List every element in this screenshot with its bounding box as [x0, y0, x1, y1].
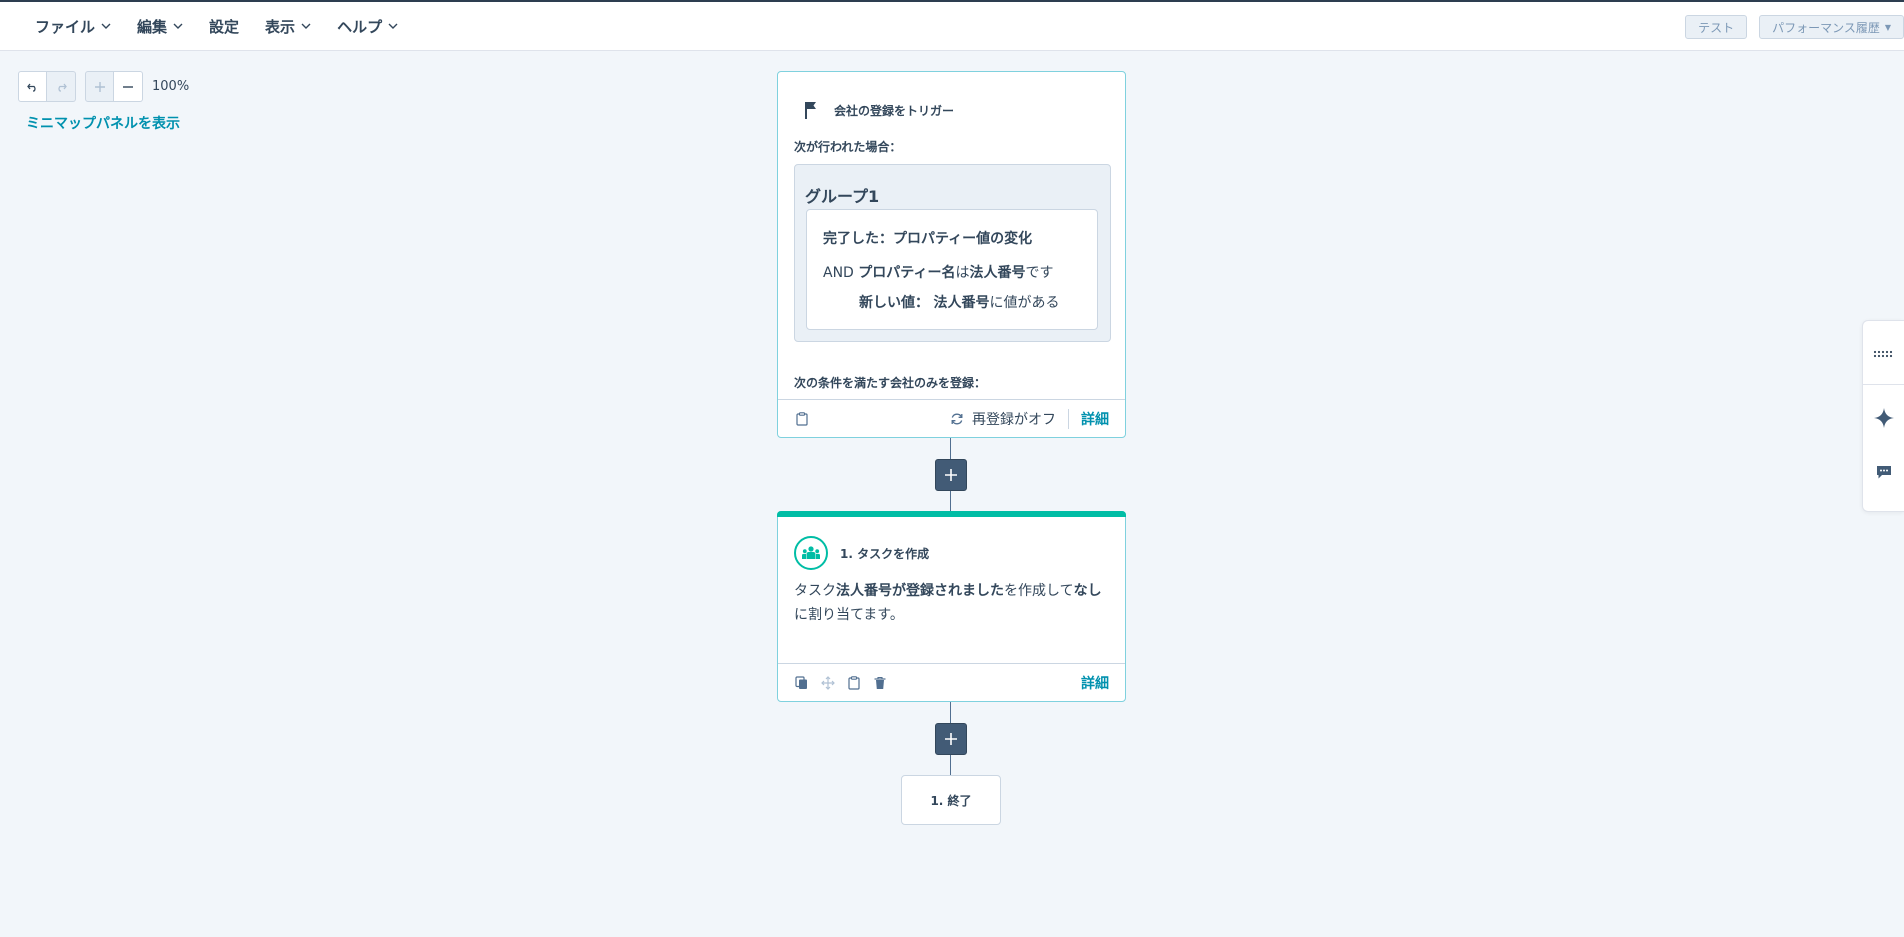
trigger-card-header: 会社の登録をトリガー — [778, 72, 1125, 148]
action-card-footer: 詳細 — [778, 663, 1125, 701]
chevron-down-icon — [301, 23, 311, 29]
trigger-group[interactable]: グループ1 完了した：プロパティー値の変化 AND プロパティー名は法人番号です… — [794, 164, 1111, 342]
condition-property-value: 法人番号 — [969, 265, 1026, 281]
condition-completed-prefix: 完了した： — [823, 231, 893, 247]
chat-icon — [1877, 465, 1891, 478]
right-side-panel — [1862, 320, 1904, 512]
action-body-prefix: タスク — [794, 583, 836, 599]
test-button-label: テスト — [1698, 20, 1735, 35]
trigger-detail-link[interactable]: 詳細 — [1081, 409, 1109, 429]
trash-icon[interactable] — [872, 675, 887, 690]
move-icon[interactable] — [820, 675, 835, 690]
menu-bar: ファイル 編集 設定 表示 ヘルプ テスト パフォーマンス履歴 ▼ — [0, 2, 1904, 51]
condition-and-label: AND — [823, 265, 854, 281]
action-assignee: なし — [1073, 583, 1102, 599]
plus-icon — [945, 469, 957, 481]
footer-divider — [1068, 408, 1069, 429]
task-icon — [794, 536, 828, 570]
trigger-enroll-label: 次の条件を満たす会社のみを登録： — [794, 376, 987, 390]
condition-line-and: AND プロパティー名は法人番号です — [823, 262, 1053, 282]
trigger-title: 会社の登録をトリガー — [834, 103, 955, 118]
menu-help-label: ヘルプ — [337, 17, 383, 36]
add-action-button[interactable] — [935, 723, 967, 755]
undo-redo-group — [18, 71, 76, 102]
condition-line-new-value: 新しい値： 法人番号に値がある — [859, 292, 1059, 312]
action-task-name: 法人番号が登録されました — [836, 583, 1004, 599]
end-node[interactable]: 1. 終了 — [901, 775, 1001, 825]
minus-icon — [123, 85, 133, 88]
condition-new-value-property: 法人番号 — [933, 295, 990, 311]
condition-new-value-suffix: に値がある — [989, 295, 1060, 311]
add-action-button[interactable] — [935, 459, 967, 491]
undo-button[interactable] — [18, 71, 47, 102]
action-body-middle: を作成して — [1004, 583, 1074, 599]
chevron-down-icon — [101, 23, 111, 29]
menu-view-label: 表示 — [265, 17, 296, 36]
trigger-card-footer: 再登録がオフ 詳細 — [778, 399, 1125, 437]
action-card-header: 1. タスクを作成 — [778, 512, 1125, 586]
grid-dots-icon — [1873, 350, 1893, 358]
clipboard-icon[interactable] — [846, 675, 861, 690]
menu-view[interactable]: 表示 — [252, 11, 324, 41]
side-panel-divider — [1863, 384, 1904, 385]
group-title: グループ1 — [805, 187, 880, 206]
zoom-level: 100% — [152, 79, 190, 94]
condition-completed-value: プロパティー値の変化 — [893, 231, 1033, 247]
chevron-down-icon — [388, 23, 398, 29]
chevron-down-icon — [173, 23, 183, 29]
menu-edit[interactable]: 編集 — [124, 11, 196, 41]
menu-settings[interactable]: 設定 — [196, 11, 252, 41]
trigger-condition[interactable]: 完了した：プロパティー値の変化 AND プロパティー名は法人番号です 新しい値：… — [806, 209, 1098, 330]
sparkle-icon — [1874, 408, 1894, 428]
redo-icon — [58, 83, 67, 92]
trigger-card[interactable]: 会社の登録をトリガー 次が行われた場合： グループ1 完了した：プロパティー値の… — [777, 71, 1126, 438]
condition-desu: です — [1025, 265, 1054, 281]
action-description: タスク法人番号が登録されましたを作成してなしに割り当てます。 — [794, 579, 1111, 627]
copy-icon[interactable] — [794, 675, 809, 690]
condition-line-completed: 完了した：プロパティー値の変化 — [823, 228, 1032, 248]
menu-file-label: ファイル — [35, 17, 96, 36]
caret-down-icon: ▼ — [1884, 22, 1891, 32]
trigger-when-label: 次が行われた場合： — [794, 140, 902, 154]
action-title: 1. タスクを作成 — [840, 546, 930, 561]
chat-button[interactable] — [1863, 441, 1904, 503]
action-body-suffix: に割り当てます。 — [794, 607, 904, 623]
toolbar-right: テスト パフォーマンス履歴 ▼ — [1685, 15, 1904, 39]
reenroll-status[interactable]: 再登録がオフ — [972, 409, 1056, 429]
refresh-icon — [951, 413, 963, 424]
undo-icon — [26, 83, 36, 92]
end-node-label: 1. 終了 — [930, 793, 972, 808]
menu-help[interactable]: ヘルプ — [324, 11, 411, 41]
performance-history-button[interactable]: パフォーマンス履歴 ▼ — [1759, 15, 1904, 39]
connector-line — [950, 755, 951, 775]
apps-button[interactable] — [1863, 323, 1904, 385]
zoom-in-button[interactable] — [85, 71, 114, 102]
menu-file[interactable]: ファイル — [22, 11, 124, 41]
zoom-out-button[interactable] — [114, 71, 143, 102]
menu-edit-label: 編集 — [137, 17, 168, 36]
connector-line — [950, 491, 951, 511]
plus-icon — [945, 733, 957, 745]
show-minimap-link[interactable]: ミニマップパネルを表示 — [26, 113, 180, 133]
condition-is-label: は — [955, 265, 970, 281]
zoom-group — [85, 71, 143, 102]
action-card[interactable]: 1. タスクを作成 タスク法人番号が登録されましたを作成してなしに割り当てます。… — [777, 511, 1126, 702]
plus-icon — [94, 81, 105, 92]
people-icon — [802, 546, 820, 559]
test-button[interactable]: テスト — [1685, 15, 1748, 39]
action-accent-bar — [777, 511, 1126, 517]
zoom-controls: 100% — [18, 71, 189, 102]
connector-line — [950, 702, 951, 724]
condition-property-name: プロパティー名 — [858, 265, 956, 281]
main-menu: ファイル 編集 設定 表示 ヘルプ — [22, 11, 411, 41]
redo-button[interactable] — [47, 71, 76, 102]
action-detail-link[interactable]: 詳細 — [1081, 673, 1109, 693]
condition-new-value-label: 新しい値： — [859, 295, 929, 311]
clipboard-icon[interactable] — [794, 411, 809, 426]
ai-assistant-button[interactable] — [1863, 387, 1904, 449]
flag-icon — [805, 102, 816, 119]
menu-settings-label: 設定 — [209, 17, 240, 36]
performance-history-label: パフォーマンス履歴 — [1772, 20, 1880, 35]
